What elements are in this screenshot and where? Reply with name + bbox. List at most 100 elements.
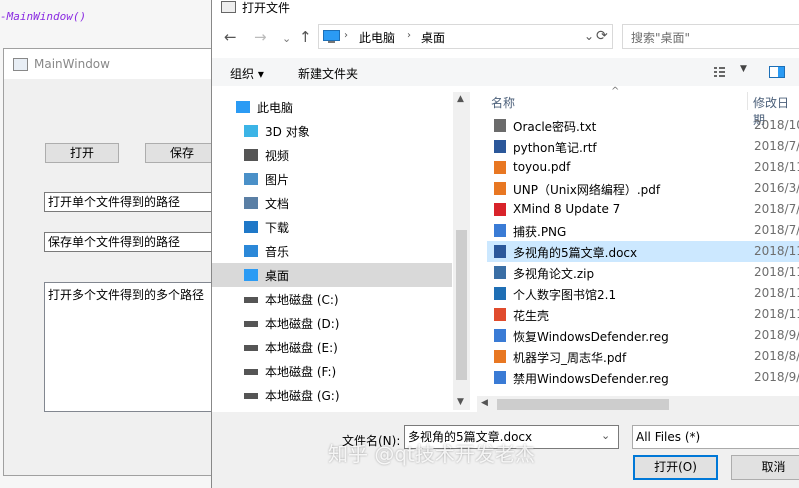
address-bar[interactable]: › 此电脑 › 桌面 ⌄	[318, 24, 613, 49]
up-arrow-icon[interactable]: ↑	[299, 28, 312, 46]
computer-icon	[323, 30, 340, 43]
forward-arrow-icon[interactable]: →	[254, 28, 267, 46]
recent-dropdown-icon[interactable]: ⌄	[282, 32, 291, 45]
tree-item[interactable]: 此电脑	[212, 95, 452, 119]
tree-item-label: 桌面	[265, 269, 290, 283]
drive-icon	[244, 297, 258, 303]
tree-item[interactable]: 本地磁盘 (D:)	[212, 311, 452, 335]
tree-item[interactable]: 本地磁盘 (E:)	[212, 335, 452, 359]
breadcrumb-separator-icon: ›	[344, 30, 348, 41]
filename-dropdown-icon[interactable]: ⌄	[601, 429, 610, 442]
view-dropdown-icon[interactable]: ▼	[740, 64, 747, 74]
organize-menu[interactable]: 组织 ▾	[230, 65, 264, 82]
file-row[interactable]: 花生壳 2018/11	[487, 304, 799, 325]
tree-item-label: 本地磁盘 (F:)	[265, 365, 337, 379]
back-arrow-icon[interactable]: ←	[224, 28, 237, 46]
file-row[interactable]: UNP（Unix网络编程）.pdf 2016/3/	[487, 178, 799, 199]
file-date: 2018/9/	[754, 370, 799, 384]
search-placeholder: 搜索"桌面"	[631, 31, 691, 45]
file-date: 2018/8/	[754, 349, 799, 363]
refresh-icon[interactable]: ⟳	[596, 28, 608, 44]
file-name: 恢复WindowsDefender.reg	[513, 330, 669, 344]
address-dropdown-icon[interactable]: ⌄	[584, 29, 594, 43]
file-row[interactable]: toyou.pdf 2018/11	[487, 157, 799, 178]
download-icon	[244, 221, 258, 233]
breadcrumb-desktop[interactable]: 桌面	[421, 29, 445, 46]
file-date: 2018/11	[754, 160, 799, 174]
tree-item-label: 此电脑	[257, 101, 294, 115]
search-input[interactable]: 搜索"桌面"	[622, 24, 799, 49]
file-row[interactable]: 机器学习_周志华.pdf 2018/8/	[487, 346, 799, 367]
file-row[interactable]: 禁用WindowsDefender.reg 2018/9/	[487, 367, 799, 388]
sort-up-icon: ^	[611, 86, 620, 97]
drive-icon	[244, 321, 258, 327]
file-list-hscrollbar[interactable]: ◀	[477, 396, 799, 413]
hscroll-thumb[interactable]	[497, 399, 669, 410]
tree-item-label: 下载	[265, 221, 290, 235]
drive-icon	[244, 369, 258, 375]
dialog-open-button[interactable]: 打开(O)	[633, 455, 718, 480]
column-divider[interactable]	[747, 92, 748, 110]
preview-pane-icon[interactable]	[769, 66, 785, 78]
breadcrumb-this-pc[interactable]: 此电脑	[359, 29, 395, 46]
file-name: 多视角的5篇文章.docx	[513, 246, 638, 260]
tree-item[interactable]: 视频	[212, 143, 452, 167]
scroll-thumb[interactable]	[456, 230, 467, 380]
tree-item[interactable]: 文档	[212, 191, 452, 215]
save-single-path-field[interactable]: 保存单个文件得到的路径	[44, 232, 219, 252]
tree-item-label: 本地磁盘 (D:)	[265, 317, 340, 331]
tree-item-label: 本地磁盘 (C:)	[265, 293, 339, 307]
scroll-up-icon[interactable]: ▲	[457, 94, 464, 104]
view-options-icon[interactable]	[714, 66, 732, 78]
file-date: 2018/9/	[754, 328, 799, 342]
tree-item-label: 视频	[265, 149, 290, 163]
file-type-select[interactable]: All Files (*)	[632, 425, 799, 449]
tree-item[interactable]: 3D 对象	[212, 119, 452, 143]
main-window-titlebar[interactable]: MainWindow	[4, 49, 217, 79]
file-date: 2018/7/	[754, 202, 799, 216]
dialog-cancel-button[interactable]: 取消	[731, 455, 799, 480]
file-row[interactable]: 捕获.PNG 2018/7/2	[487, 220, 799, 241]
open-button[interactable]: 打开	[45, 143, 119, 163]
pdf-icon	[494, 350, 506, 363]
tree-item[interactable]: 本地磁盘 (G:)	[212, 383, 452, 407]
pdf-icon	[494, 161, 506, 174]
tree-item[interactable]: 下载	[212, 215, 452, 239]
video-icon	[244, 149, 258, 161]
tree-item-label: 3D 对象	[265, 125, 310, 139]
column-name-header[interactable]: 名称	[491, 94, 515, 111]
file-row[interactable]: Oracle密码.txt 2018/10	[487, 115, 799, 136]
scroll-down-icon[interactable]: ▼	[457, 397, 464, 407]
tree-item[interactable]: 本地磁盘 (C:)	[212, 287, 452, 311]
drive-icon	[244, 345, 258, 351]
file-row[interactable]: 恢复WindowsDefender.reg 2018/9/	[487, 325, 799, 346]
file-row[interactable]: 多视角的5篇文章.docx 2018/11	[487, 241, 799, 262]
app-icon	[494, 287, 506, 300]
file-row[interactable]: 个人数字图书馆2.1 2018/11	[487, 283, 799, 304]
tree-item-label: 本地磁盘 (E:)	[265, 341, 338, 355]
save-button[interactable]: 保存	[145, 143, 219, 163]
file-row[interactable]: 多视角论文.zip 2018/11	[487, 262, 799, 283]
tree-item[interactable]: 音乐	[212, 239, 452, 263]
tree-item[interactable]: 本地磁盘 (F:)	[212, 359, 452, 383]
file-list[interactable]: 名称 ^ 修改日期 Oracle密码.txt 2018/10 python笔记.rt…	[477, 86, 799, 410]
music-icon	[244, 245, 258, 257]
new-folder-button[interactable]: 新建文件夹	[298, 65, 358, 82]
txt-icon	[494, 119, 506, 132]
reg-icon	[494, 371, 506, 384]
tree-item[interactable]: 图片	[212, 167, 452, 191]
navigation-scrollbar[interactable]: ▲ ▼	[453, 92, 470, 410]
file-row[interactable]: python笔记.rtf 2018/7/2	[487, 136, 799, 157]
file-date: 2018/11	[754, 307, 799, 321]
file-row[interactable]: XMind 8 Update 7 2018/7/	[487, 199, 799, 220]
open-multi-paths-textarea[interactable]: 打开多个文件得到的多个路径	[44, 282, 219, 412]
desktop-icon	[244, 269, 258, 281]
navigation-pane[interactable]: 此电脑 3D 对象视频图片 文档下载音乐桌面本地磁盘 (C:) 本地磁盘 (D:) 本地…	[212, 92, 467, 410]
file-name: 捕获.PNG	[513, 225, 567, 239]
file-date: 2018/11	[754, 286, 799, 300]
dialog-title: 打开文件	[242, 1, 291, 15]
picture-icon	[244, 173, 258, 185]
open-single-path-field[interactable]: 打开单个文件得到的路径	[44, 192, 219, 212]
scroll-left-icon[interactable]: ◀	[481, 398, 488, 408]
tree-item[interactable]: 桌面	[212, 263, 452, 287]
